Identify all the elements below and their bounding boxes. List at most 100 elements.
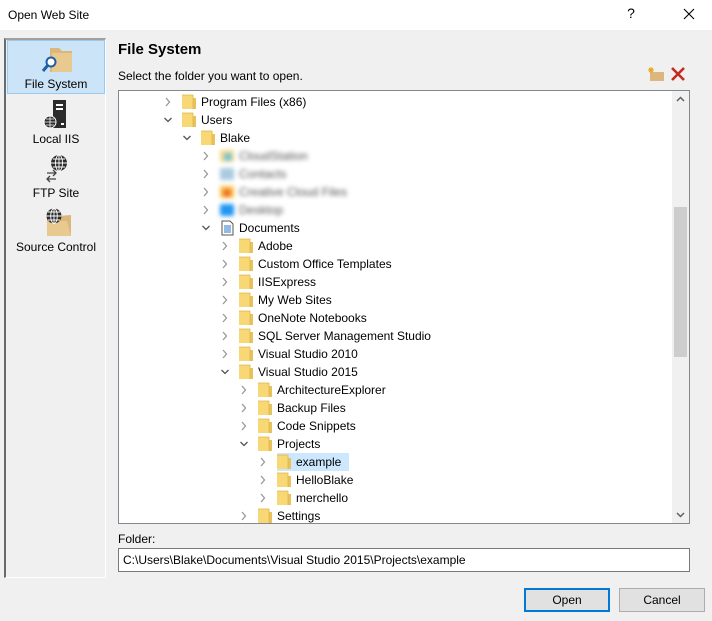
folder-tree[interactable]: Program Files (x86) Users Blake CloudStatio… [118, 90, 690, 524]
folder-icon [258, 400, 272, 415]
sidebar-item-ftp-site[interactable]: FTP Site [7, 150, 105, 204]
tree-item-label: example [296, 455, 342, 469]
help-button[interactable]: ? [621, 5, 641, 21]
close-button[interactable] [678, 3, 700, 25]
sidebar-item-source-control[interactable]: Source Control [7, 204, 105, 258]
scrollbar-thumb[interactable] [674, 207, 687, 357]
folder-icon [277, 454, 291, 469]
tree-item[interactable]: Custom Office Templates [119, 255, 669, 273]
expand-chevron-right-icon[interactable] [201, 147, 211, 165]
expand-chevron-right-icon[interactable] [163, 93, 173, 111]
server-globe-icon [43, 100, 66, 129]
expand-chevron-right-icon[interactable] [201, 165, 211, 183]
tree-item[interactable]: Visual Studio 2010 [119, 345, 669, 363]
tree-item[interactable]: SQL Server Management Studio [119, 327, 669, 345]
sidebar-item-label: FTP Site [32, 186, 80, 200]
folder-path-input[interactable] [118, 548, 690, 572]
tree-item-label: Program Files (x86) [201, 95, 307, 109]
scroll-up-button[interactable] [672, 91, 689, 108]
tree-item[interactable]: Program Files (x86) [119, 93, 669, 111]
expand-chevron-right-icon[interactable] [239, 507, 249, 524]
expand-chevron-right-icon[interactable] [258, 471, 268, 489]
sidebar-item-label: Local IIS [32, 132, 80, 146]
tree-item[interactable]: OneNote Notebooks [119, 309, 669, 327]
desktop-icon [220, 204, 234, 216]
expand-chevron-down-icon[interactable] [163, 111, 173, 129]
folder-icon [182, 94, 196, 109]
tree-item-label: ArchitectureExplorer [277, 383, 386, 397]
expand-chevron-right-icon[interactable] [239, 399, 249, 417]
tree-item[interactable]: Blake [119, 129, 669, 147]
tree-item[interactable]: Code Snippets [119, 417, 669, 435]
window-title: Open Web Site [8, 8, 90, 22]
tree-item[interactable]: Creative Cloud Files [119, 183, 669, 201]
sidebar-item-file-system[interactable]: File System [7, 40, 105, 94]
delete-button[interactable] [670, 66, 686, 82]
delete-icon [671, 67, 685, 81]
expand-chevron-right-icon[interactable] [220, 255, 230, 273]
tree-item[interactable]: Desktop [119, 201, 669, 219]
page-title: File System [118, 41, 202, 58]
tree-item[interactable]: Projects [119, 435, 669, 453]
expand-chevron-right-icon[interactable] [239, 381, 249, 399]
instruction-text: Select the folder you want to open. [118, 69, 303, 83]
vertical-scrollbar[interactable] [672, 91, 689, 523]
scroll-down-button[interactable] [672, 506, 689, 523]
folder-icon [277, 472, 291, 487]
cloud-icon [220, 150, 234, 162]
documents-icon [221, 220, 234, 236]
tree-item[interactable]: HelloBlake [119, 471, 669, 489]
tree-item[interactable]: Settings [119, 507, 669, 524]
tree-item[interactable]: My Web Sites [119, 291, 669, 309]
tree-item[interactable]: CloudStation [119, 147, 669, 165]
tree-item-label: Custom Office Templates [258, 257, 392, 271]
tree-item-label: Backup Files [277, 401, 346, 415]
folder-icon [239, 328, 253, 343]
tree-item[interactable]: Users [119, 111, 669, 129]
tree-item[interactable]: Contacts [119, 165, 669, 183]
expand-chevron-right-icon[interactable] [201, 201, 211, 219]
folder-label: Folder: [118, 532, 156, 546]
tree-item-label: Creative Cloud Files [239, 185, 348, 199]
tree-item[interactable]: example [119, 453, 669, 471]
expand-chevron-right-icon[interactable] [258, 489, 268, 507]
expand-chevron-down-icon[interactable] [182, 129, 192, 147]
expand-chevron-right-icon[interactable] [239, 417, 249, 435]
new-folder-button[interactable] [647, 66, 665, 82]
expand-chevron-right-icon[interactable] [220, 327, 230, 345]
tree-item[interactable]: Visual Studio 2015 [119, 363, 669, 381]
folder-icon [239, 346, 253, 361]
tree-item[interactable]: IISExpress [119, 273, 669, 291]
folder-icon [258, 436, 272, 451]
expand-chevron-right-icon[interactable] [258, 453, 268, 471]
tree-item-label: Users [201, 113, 233, 127]
folder-icon [239, 238, 253, 253]
expand-chevron-right-icon[interactable] [220, 237, 230, 255]
expand-chevron-right-icon[interactable] [220, 309, 230, 327]
tree-item-label: HelloBlake [296, 473, 354, 487]
expand-chevron-down-icon[interactable] [220, 363, 230, 381]
tree-item-label: Desktop [239, 203, 284, 217]
expand-chevron-right-icon[interactable] [220, 345, 230, 363]
expand-chevron-down-icon[interactable] [201, 219, 211, 237]
tree-item[interactable]: Documents [119, 219, 669, 237]
expand-chevron-right-icon[interactable] [201, 183, 211, 201]
chevron-up-icon [676, 96, 685, 102]
folder-icon [239, 364, 253, 379]
tree-item[interactable]: Adobe [119, 237, 669, 255]
open-button[interactable]: Open [524, 588, 610, 612]
tree-item[interactable]: Backup Files [119, 399, 669, 417]
folder-globe-icon [46, 208, 71, 236]
tree-item[interactable]: merchello [119, 489, 669, 507]
globe-transfer-icon [46, 154, 67, 183]
expand-chevron-right-icon[interactable] [220, 273, 230, 291]
tree-item[interactable]: ArchitectureExplorer [119, 381, 669, 399]
sidebar-item-label: File System [24, 77, 88, 91]
expand-chevron-down-icon[interactable] [239, 435, 249, 453]
title-bar: Open Web Site ? [0, 0, 712, 30]
tree-item-label: Visual Studio 2015 [258, 365, 358, 379]
tree-item-label: SQL Server Management Studio [258, 329, 431, 343]
expand-chevron-right-icon[interactable] [220, 291, 230, 309]
cancel-button[interactable]: Cancel [619, 588, 705, 612]
sidebar-item-local-iis[interactable]: Local IIS [7, 96, 105, 150]
